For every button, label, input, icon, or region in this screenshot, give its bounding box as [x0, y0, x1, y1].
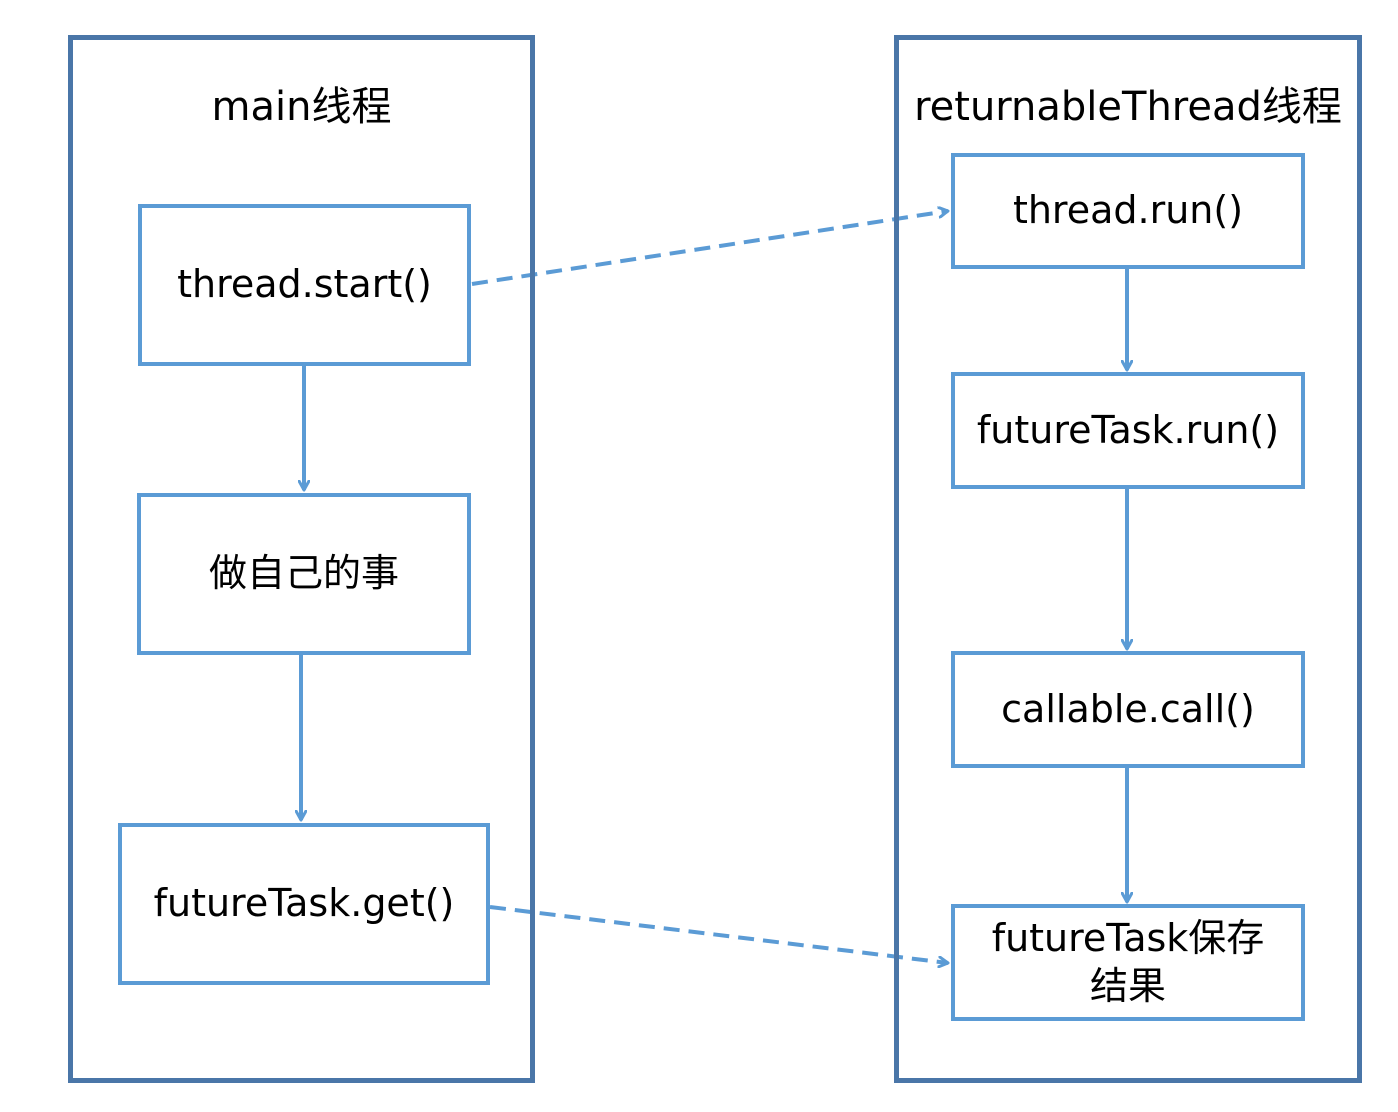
own-work-box: 做自己的事 [137, 493, 471, 655]
returnable-thread-title: returnableThread线程 [914, 84, 1342, 130]
future-get-label: futureTask.get() [153, 881, 455, 926]
future-save-label-line1: futureTask保存 [991, 916, 1265, 960]
callable-call-label: callable.call() [1001, 686, 1255, 731]
dashed-arrow-get-to-save [489, 905, 948, 963]
thread-run-box: thread.run() [951, 153, 1305, 269]
future-save-label-line2: 结果 [1089, 963, 1166, 1008]
own-work-label: 做自己的事 [208, 551, 399, 596]
dashed-arrow-start-to-run [471, 211, 948, 286]
callable-call-box: callable.call() [951, 651, 1305, 768]
future-get-box: futureTask.get() [118, 823, 490, 985]
thread-run-label: thread.run() [1012, 188, 1244, 233]
future-run-box: futureTask.run() [951, 372, 1305, 489]
thread-start-label: thread.start() [177, 262, 432, 307]
future-save-box: futureTask保存 结果 [951, 904, 1305, 1021]
thread-start-box: thread.start() [138, 204, 471, 366]
future-run-label: futureTask.run() [976, 407, 1280, 452]
main-thread-title: main线程 [211, 84, 392, 130]
